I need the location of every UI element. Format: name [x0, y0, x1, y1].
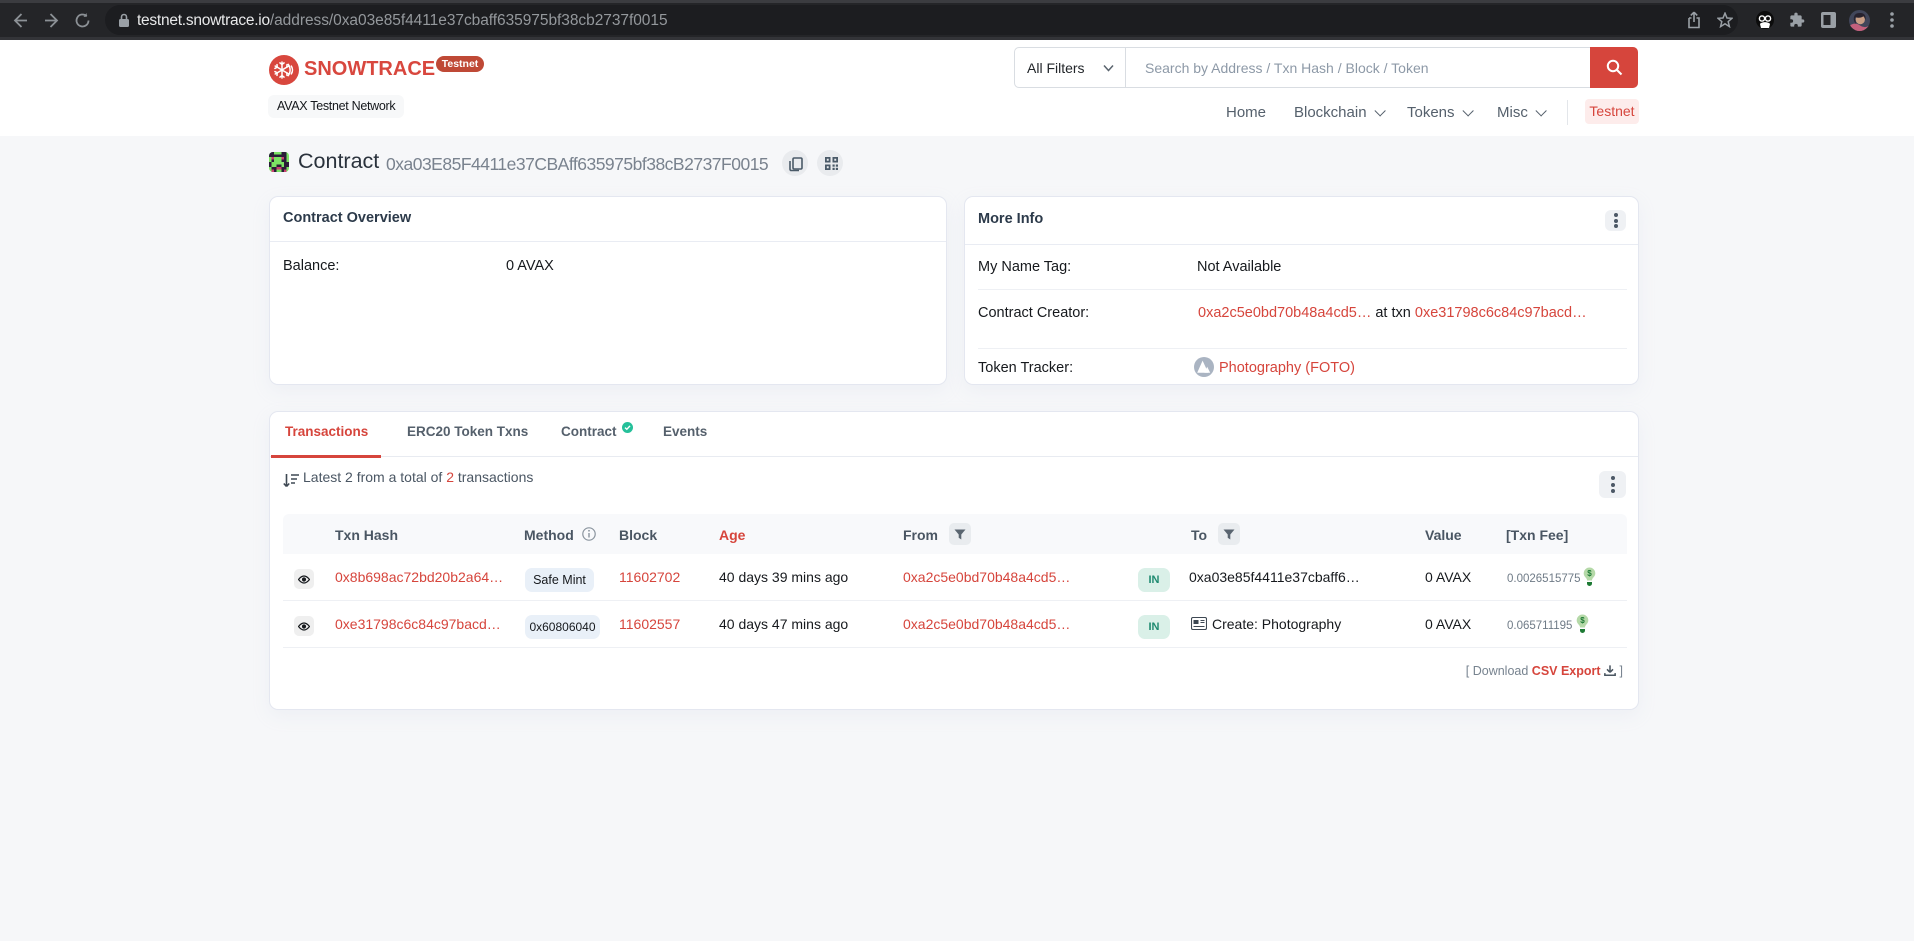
svg-text:$: $ [1580, 616, 1585, 625]
svg-text:$: $ [1587, 569, 1592, 578]
